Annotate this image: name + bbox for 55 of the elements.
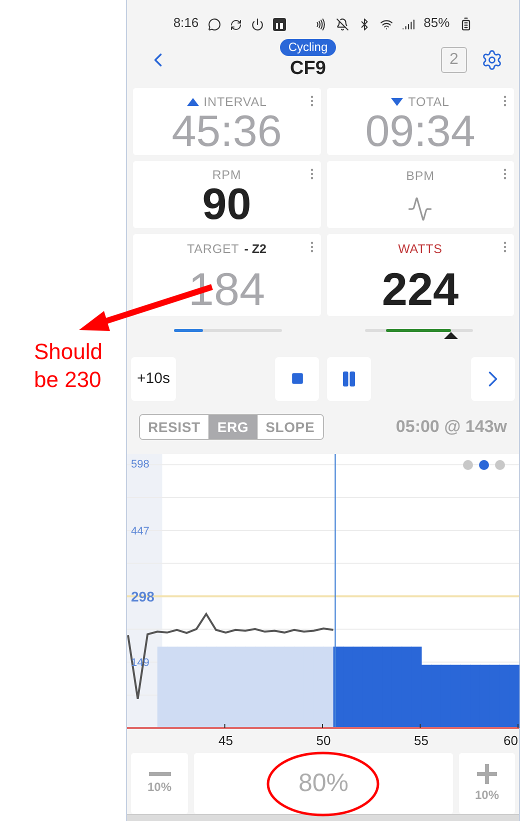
tile-label: TOTAL: [408, 95, 450, 110]
next-button[interactable]: [471, 356, 515, 401]
count-box[interactable]: 2: [441, 46, 467, 73]
extend-button[interactable]: +10s: [131, 356, 176, 401]
signal-icon: [402, 18, 415, 32]
mode-tab[interactable]: ERG: [209, 414, 258, 439]
bell-off-icon: [336, 18, 349, 32]
status-time: 8:16: [173, 15, 199, 32]
tile-value: 45:36: [172, 109, 282, 156]
minus-icon: [148, 772, 170, 776]
zone-label: - Z2: [244, 242, 266, 256]
sport-badge: Cycling: [280, 39, 336, 56]
page-dot[interactable]: [495, 460, 505, 470]
axis-label: 598: [131, 458, 150, 470]
down-triangle-icon: [391, 97, 404, 108]
mode-tab[interactable]: RESIST: [140, 414, 210, 439]
power-icon: [250, 18, 264, 32]
axis-label: 45: [218, 732, 233, 747]
tile-value: 184: [188, 266, 266, 312]
tile-value: 09:34: [365, 109, 476, 156]
annotation-note: Should be 230: [34, 338, 104, 394]
sync-icon: [230, 19, 242, 32]
plus-icon: [477, 764, 497, 784]
increase-button[interactable]: 10%: [459, 752, 515, 814]
intensity-value: 80%: [298, 768, 349, 798]
tile-value: 90: [202, 182, 252, 228]
stop-button[interactable]: [275, 356, 319, 401]
battery-level: 85%: [424, 15, 450, 32]
next-step-text: 05:00 @ 143w: [396, 416, 507, 437]
pulse-icon: [407, 196, 434, 222]
axis-label: 60: [504, 732, 518, 747]
tile-label: WATTS: [398, 242, 442, 256]
pause-icon: [340, 370, 358, 388]
pause-button[interactable]: [327, 356, 371, 401]
pointer-icon: [444, 332, 458, 340]
chat-icon: [208, 18, 221, 32]
tile-label: INTERVAL: [204, 95, 267, 110]
page-dot[interactable]: [479, 460, 489, 470]
axis-label: 50: [316, 732, 331, 747]
tile-label: BPM: [406, 169, 434, 184]
tile-value: 224: [382, 266, 459, 312]
tile-label: TARGET: [187, 242, 240, 256]
page-dot[interactable]: [463, 460, 473, 470]
range-fill: [386, 329, 452, 332]
axis-label: 447: [131, 525, 150, 538]
workout-title: CF9: [290, 58, 326, 80]
app-icon: [272, 18, 286, 32]
settings-icon[interactable]: [481, 48, 503, 71]
stop-icon: [290, 372, 304, 386]
up-triangle-icon: [186, 97, 199, 108]
axis-label: 55: [414, 732, 428, 747]
mode-tab[interactable]: SLOPE: [258, 414, 323, 439]
tile-label: RPM: [212, 168, 242, 182]
axis-label: 298: [131, 588, 154, 604]
decrease-button[interactable]: 10%: [131, 752, 188, 814]
